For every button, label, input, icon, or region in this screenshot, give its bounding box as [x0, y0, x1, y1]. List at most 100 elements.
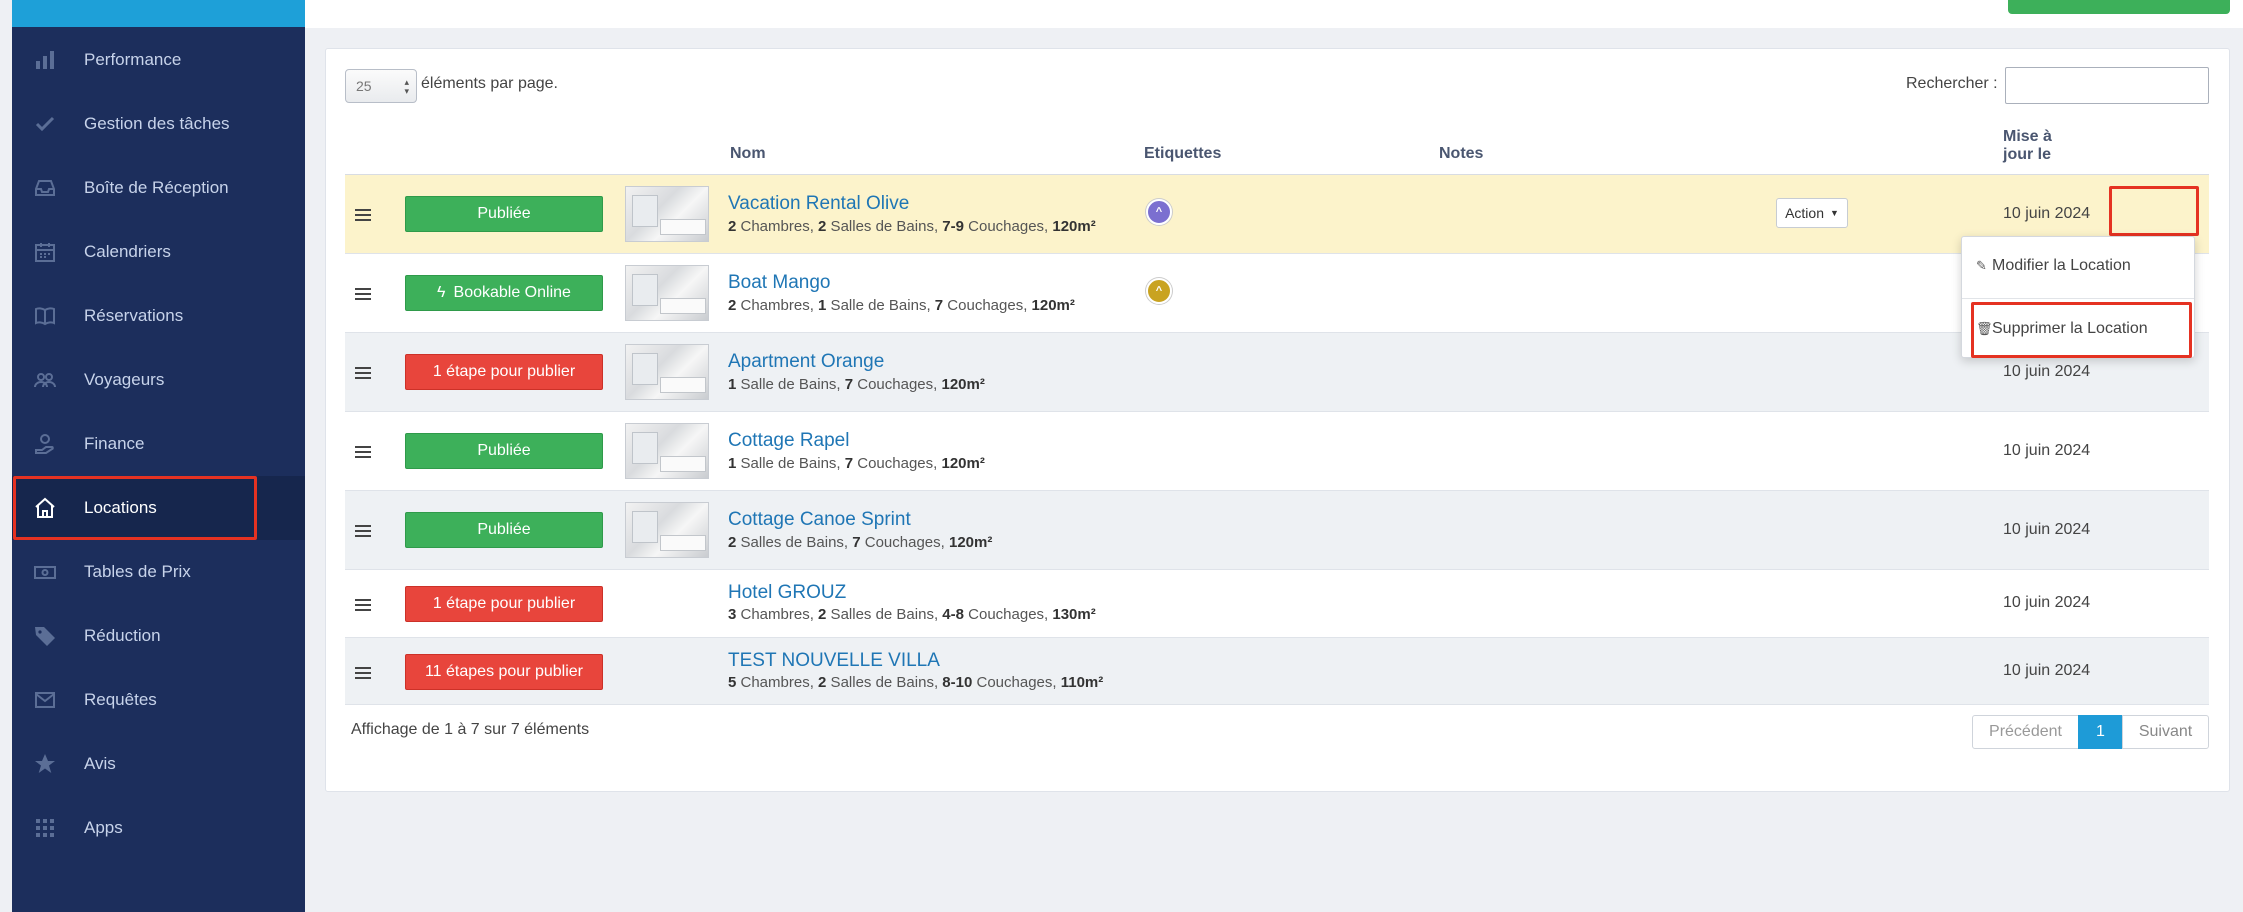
column-header-nom[interactable]: Nom	[730, 145, 766, 163]
menu-item-supprimer[interactable]: 🗑 Supprimer la Location	[1962, 309, 2194, 349]
sidebar-item-label: Gestion des tâches	[84, 114, 230, 133]
sidebar-item-boite-reception[interactable]: Boîte de Réception	[12, 156, 305, 220]
listing-name-link[interactable]: TEST NOUVELLE VILLA	[728, 650, 940, 672]
action-button-label: Action	[1785, 205, 1824, 221]
spec-text: Salles de Bains,	[826, 218, 943, 235]
sidebar-item-avis[interactable]: Avis	[12, 732, 305, 796]
spec-text: Chambres,	[736, 606, 819, 623]
search-input[interactable]	[2005, 67, 2209, 104]
table-row[interactable]: 1 étape pour publier Apartment Orange 1 …	[345, 333, 2209, 412]
updated-date: 10 juin 2024	[2003, 662, 2091, 679]
listing-name-link[interactable]: Boat Mango	[728, 272, 830, 294]
status-label: Bookable Online	[453, 284, 571, 301]
pagination-page-1[interactable]: 1	[2078, 715, 2123, 749]
per-page-label: éléments par page.	[421, 75, 558, 92]
listing-name-link[interactable]: Vacation Rental Olive	[728, 193, 909, 215]
spec-text: Salles de Bains,	[826, 674, 943, 691]
menu-item-label: Modifier la Location	[1992, 257, 2131, 274]
updated-date: 10 juin 2024	[2003, 521, 2091, 538]
sidebar-item-performance[interactable]: Performance	[12, 28, 305, 92]
spec-text: Couchages,	[963, 606, 1053, 623]
drag-handle-icon[interactable]	[355, 525, 371, 540]
sidebar-item-apps[interactable]: Apps	[12, 796, 305, 860]
menu-item-label: Supprimer la Location	[1992, 320, 2148, 337]
drag-handle-icon[interactable]	[355, 288, 371, 303]
table-row[interactable]: Publiée Cottage Canoe Sprint 2 Salles de…	[345, 491, 2209, 570]
users-icon	[32, 367, 58, 393]
spec-text: Couchages,	[860, 534, 949, 551]
drag-handle-icon[interactable]	[355, 599, 371, 614]
pencil-icon: ✎	[1976, 258, 1987, 273]
action-dropdown-button[interactable]: Action ▼	[1776, 198, 1848, 228]
action-dropdown-menu: ✎ Modifier la Location 🗑 Supprimer la Lo…	[1961, 236, 2195, 358]
menu-divider	[1962, 298, 2194, 299]
updated-date: 10 juin 2024	[2003, 442, 2091, 459]
listing-name-link[interactable]: Cottage Rapel	[728, 430, 849, 452]
updated-date: 10 juin 2024	[2003, 205, 2091, 222]
sidebar-item-reservations[interactable]: Réservations	[12, 284, 305, 348]
check-icon	[32, 111, 58, 137]
trash-icon: 🗑	[1976, 321, 1993, 336]
sidebar-item-label: Réduction	[84, 626, 161, 645]
sidebar-item-requetes[interactable]: Requêtes	[12, 668, 305, 732]
spec-text: Salle de Bains,	[826, 297, 935, 314]
listing-thumbnail[interactable]	[625, 186, 709, 242]
sidebar-item-label: Boîte de Réception	[84, 178, 229, 197]
per-page-select[interactable]: 25 ▴ ▾	[345, 69, 417, 103]
pagination-previous[interactable]: Précédent	[1972, 715, 2079, 749]
listing-name-link[interactable]: Hotel GROUZ	[728, 582, 846, 604]
spec-value: 120m²	[941, 376, 985, 393]
table-row[interactable]: 1 étape pour publier Hotel GROUZ 3 Chamb…	[345, 570, 2209, 638]
menu-item-modifier[interactable]: ✎ Modifier la Location	[1962, 246, 2194, 286]
pagination-next[interactable]: Suivant	[2122, 715, 2209, 749]
column-header-notes[interactable]: Notes	[1439, 145, 1483, 163]
listing-thumbnail[interactable]	[625, 344, 709, 400]
select-arrows-icon: ▴ ▾	[404, 77, 409, 96]
sidebar-item-voyageurs[interactable]: Voyageurs	[12, 348, 305, 412]
sidebar-item-reduction[interactable]: Réduction	[12, 604, 305, 668]
book-icon	[32, 303, 58, 329]
sidebar-item-calendriers[interactable]: Calendriers	[12, 220, 305, 284]
column-header-etiquettes[interactable]: Etiquettes	[1144, 145, 1221, 163]
column-header-mise-a-jour[interactable]: Mise à jour le	[2003, 128, 2052, 164]
sidebar-item-gestion-taches[interactable]: Gestion des tâches	[12, 92, 305, 156]
status-badge: 11 étapes pour publier	[405, 654, 603, 690]
table-row[interactable]: Publiée Cottage Rapel 1 Salle de Bains, …	[345, 412, 2209, 491]
table-row[interactable]: Publiée Vacation Rental Olive 2 Chambres…	[345, 175, 2209, 254]
drag-handle-icon[interactable]	[355, 667, 371, 682]
status-badge: Publiée	[405, 196, 603, 232]
sidebar-item-label: Apps	[84, 818, 123, 837]
sidebar-item-finance[interactable]: Finance	[12, 412, 305, 476]
listing-name-link[interactable]: Cottage Canoe Sprint	[728, 509, 911, 531]
sidebar-item-tables-prix[interactable]: Tables de Prix	[12, 540, 305, 604]
spec-value: 7	[844, 455, 854, 472]
sidebar-item-label: Locations	[84, 498, 157, 517]
listing-specs: 3 Chambres, 2 Salles de Bains, 4-8 Couch…	[728, 606, 1096, 623]
tag-badge-icon[interactable]: ^	[1146, 278, 1172, 304]
sidebar-item-label: Avis	[84, 754, 116, 773]
listing-name-link[interactable]: Apartment Orange	[728, 351, 884, 373]
sidebar-item-label: Voyageurs	[84, 370, 165, 389]
status-badge: Publiée	[405, 433, 603, 469]
table-row[interactable]: ϟ Bookable Online Boat Mango 2 Chambres, …	[345, 254, 2209, 333]
spec-text: Couchages,	[963, 218, 1053, 235]
table-info: Affichage de 1 à 7 sur 7 éléments	[351, 721, 590, 738]
spec-text: Salles de Bains,	[826, 606, 943, 623]
spec-value: 8-10	[942, 674, 973, 691]
spec-value: 7	[844, 376, 854, 393]
money-icon	[32, 559, 58, 585]
drag-handle-icon[interactable]	[355, 446, 371, 461]
drag-handle-icon[interactable]	[355, 209, 371, 224]
listing-thumbnail[interactable]	[625, 502, 709, 558]
spec-value: 130m²	[1052, 606, 1096, 623]
drag-handle-icon[interactable]	[355, 367, 371, 382]
home-icon	[32, 495, 58, 521]
listing-specs: 5 Chambres, 2 Salles de Bains, 8-10 Couc…	[728, 674, 1103, 691]
sidebar-item-locations[interactable]: Locations	[12, 476, 305, 540]
add-location-button[interactable]	[2008, 0, 2230, 14]
listing-thumbnail[interactable]	[625, 423, 709, 479]
sidebar-item-label: Finance	[84, 434, 145, 453]
listing-thumbnail[interactable]	[625, 265, 709, 321]
table-row[interactable]: 11 étapes pour publier TEST NOUVELLE VIL…	[345, 638, 2209, 705]
tag-badge-icon[interactable]: ^	[1146, 199, 1172, 225]
